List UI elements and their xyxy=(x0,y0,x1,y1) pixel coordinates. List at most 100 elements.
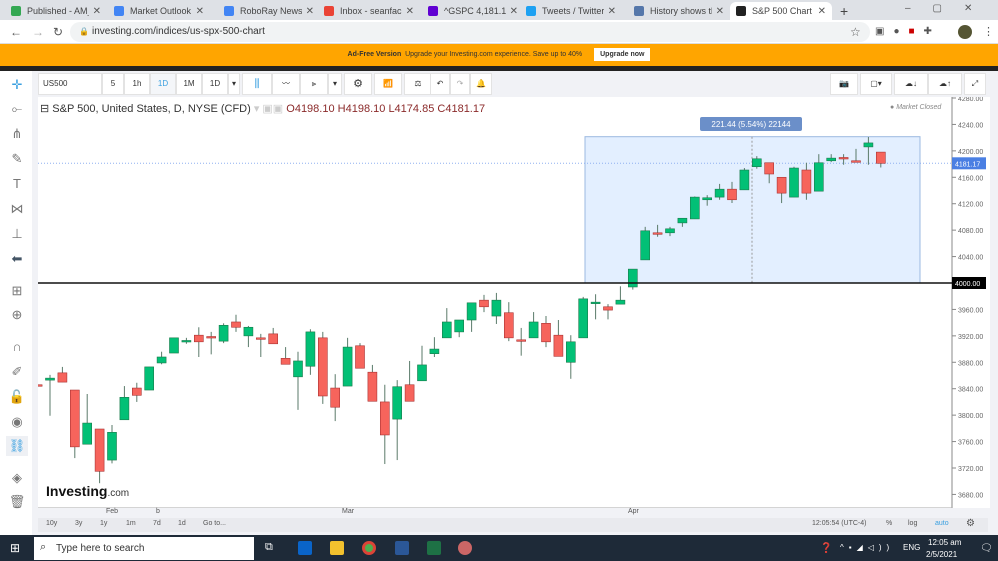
settings-gear-icon[interactable]: ⚙ xyxy=(966,518,975,529)
redo-icon[interactable]: ↷ xyxy=(450,73,470,95)
color-picker[interactable]: ▢▾ xyxy=(860,73,892,95)
x-axis: Feb b Mar Apr xyxy=(38,508,952,518)
upgrade-now-button[interactable]: Upgrade now xyxy=(594,48,651,61)
interval-dropdown[interactable]: 1D xyxy=(202,73,228,95)
help-icon[interactable]: ❓ xyxy=(820,543,832,554)
close-tab-icon[interactable]: ✕ xyxy=(510,6,518,17)
crosshair-icon[interactable]: ✛ xyxy=(6,75,28,95)
zoom-in-icon[interactable]: ⊕ xyxy=(6,305,28,325)
trend-line-icon[interactable]: ⟜ xyxy=(6,99,28,119)
candle-up xyxy=(119,397,130,421)
windows-start-icon[interactable]: ⊞ xyxy=(10,541,20,555)
interval-1m[interactable]: 1M xyxy=(176,73,202,95)
taskbar-search[interactable]: Type here to search xyxy=(34,537,254,560)
close-tab-icon[interactable]: ✕ xyxy=(818,6,826,17)
word-icon[interactable] xyxy=(395,541,409,555)
alert-bell-icon[interactable]: 🔔 xyxy=(470,73,492,95)
range-1y[interactable]: 1y xyxy=(100,520,107,527)
candles-icon[interactable]: ⫼ xyxy=(242,73,272,95)
chevron-down-icon[interactable]: ▾ xyxy=(328,73,342,95)
range-10y[interactable]: 10y xyxy=(46,520,57,527)
close-tab-icon[interactable]: ✕ xyxy=(196,6,204,17)
link-icon[interactable]: ⛓ xyxy=(6,436,28,456)
interval-5[interactable]: 5 xyxy=(102,73,124,95)
brush-icon[interactable]: ✎ xyxy=(6,149,28,169)
line-chart-icon[interactable]: 〰 xyxy=(272,73,300,95)
browser-tab[interactable]: S&P 500 Chart (S ✕ xyxy=(730,2,832,20)
close-tab-icon[interactable]: ✕ xyxy=(716,6,724,17)
snipping-tool-icon[interactable] xyxy=(458,541,472,555)
chevron-down-icon[interactable]: ▾ xyxy=(228,73,240,95)
file-explorer-icon[interactable] xyxy=(330,541,344,555)
symbol-input[interactable]: US500 xyxy=(38,73,102,95)
settings-gear-icon[interactable]: ⚙ xyxy=(344,73,372,95)
cloud-upload-icon[interactable]: ☁↑ xyxy=(928,73,962,95)
reload-icon[interactable]: ↻ xyxy=(53,25,63,39)
interval-1d[interactable]: 1D xyxy=(150,73,176,95)
unlock-icon[interactable]: 🔓 xyxy=(6,387,28,407)
back-arrow-icon[interactable]: ⬅ xyxy=(6,249,28,269)
close-tab-icon[interactable]: ✕ xyxy=(93,6,101,17)
close-tab-icon[interactable]: ✕ xyxy=(306,6,314,17)
language-indicator[interactable]: ENG xyxy=(903,543,920,552)
log-toggle[interactable]: log xyxy=(908,520,917,527)
camera-icon[interactable]: 📷 xyxy=(830,73,858,95)
range-3y[interactable]: 3y xyxy=(75,520,82,527)
text-icon[interactable]: T xyxy=(6,174,28,194)
layers-icon[interactable]: ◈ xyxy=(6,468,28,488)
fullscreen-icon[interactable]: ⤢ xyxy=(964,73,986,95)
candle-down xyxy=(268,333,278,345)
eye-icon[interactable]: ◉ xyxy=(6,412,28,432)
task-view-icon[interactable]: ⧉ xyxy=(265,541,273,554)
auto-toggle[interactable]: auto xyxy=(935,520,949,527)
legend-settings-icons[interactable]: ▾ ▣▣ xyxy=(254,103,283,115)
outlook-icon[interactable] xyxy=(298,541,312,555)
candle-down xyxy=(776,176,787,194)
taskbar-time[interactable]: 12:05 am xyxy=(928,538,961,547)
magnet-icon[interactable]: ∩ xyxy=(6,337,28,357)
profile-avatar[interactable] xyxy=(958,25,972,39)
forward-icon[interactable]: → xyxy=(32,25,44,39)
ruler-icon[interactable]: ⊞ xyxy=(6,281,28,301)
lock-drawing-icon[interactable]: ✐ xyxy=(6,362,28,382)
chrome-icon[interactable] xyxy=(362,541,376,555)
window-controls[interactable]: –▢✕ xyxy=(905,3,994,14)
browser-tab[interactable]: Tweets / Twitter ✕ xyxy=(520,2,622,20)
bars-icon[interactable]: ⫸ xyxy=(300,73,328,95)
url-field[interactable]: investing.com/indices/us-spx-500-chart xyxy=(70,22,870,42)
browser-tab[interactable]: Inbox - seanfac@ ✕ xyxy=(318,2,420,20)
collapse-icon[interactable]: ⊟ xyxy=(40,103,49,115)
menu-icon[interactable]: ⋮ xyxy=(983,25,994,38)
candlestick-chart[interactable]: 221.44 (5.54%) 22144 3680.00 3720.00 3760.0… xyxy=(32,96,990,509)
range-1d[interactable]: 1d xyxy=(178,520,186,527)
bookmark-star-icon[interactable]: ☆ xyxy=(850,25,861,39)
browser-tab[interactable]: Published - AM_C ✕ xyxy=(5,2,107,20)
measure-icon[interactable]: ⊥ xyxy=(6,224,28,244)
browser-tab[interactable]: History shows the ✕ xyxy=(628,2,730,20)
trash-icon[interactable]: 🗑 xyxy=(6,492,28,512)
system-tray-icons[interactable]: ^▪◢◁)) xyxy=(840,543,894,552)
close-tab-icon[interactable]: ✕ xyxy=(608,6,616,17)
pattern-icon[interactable]: ⋈ xyxy=(6,199,28,219)
extension-icons[interactable]: ▣●■✚ xyxy=(875,26,941,37)
new-tab-button[interactable]: + xyxy=(840,3,848,19)
browser-tab[interactable]: Market Outlook N ✕ xyxy=(108,2,210,20)
excel-icon[interactable] xyxy=(427,541,441,555)
browser-tab[interactable]: ^GSPC 4,181.17 - ✕ xyxy=(422,2,524,20)
cloud-download-icon[interactable]: ☁↓ xyxy=(894,73,928,95)
browser-tab[interactable]: RoboRay Newslet ✕ xyxy=(218,2,320,20)
interval-1h[interactable]: 1h xyxy=(124,73,150,95)
pitchfork-icon[interactable]: ⋔ xyxy=(6,124,28,144)
range-7d[interactable]: 7d xyxy=(153,520,161,527)
close-tab-icon[interactable]: ✕ xyxy=(406,6,414,17)
notifications-icon[interactable]: 🗨 xyxy=(980,543,993,554)
chart-area[interactable]: 221.44 (5.54%) 22144 3680.00 3720.00 3760.0… xyxy=(32,96,990,509)
back-icon[interactable]: ← xyxy=(10,25,22,39)
percent-toggle[interactable]: % xyxy=(886,520,892,527)
undo-icon[interactable]: ↶ xyxy=(430,73,450,95)
compare-icon[interactable]: ⚖ xyxy=(404,73,432,95)
indicators-icon[interactable]: 📶 xyxy=(374,73,402,95)
taskbar-date[interactable]: 2/5/2021 xyxy=(926,550,957,559)
range-1m[interactable]: 1m xyxy=(126,520,136,527)
go-to-button[interactable]: Go to... xyxy=(203,520,226,527)
